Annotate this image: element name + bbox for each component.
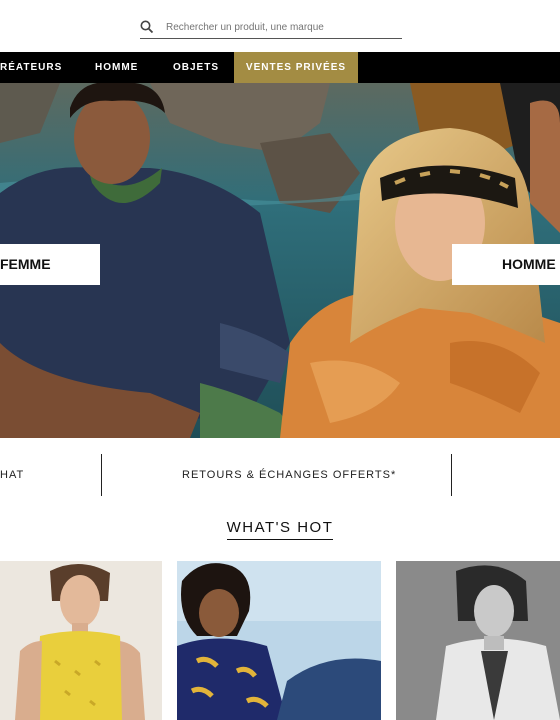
nav-item-createurs[interactable]: RÉATEURS <box>0 52 62 83</box>
strip-text-left: HAT <box>0 469 25 481</box>
search-bar <box>140 18 402 39</box>
nav-item-homme[interactable]: HOMME <box>95 52 138 83</box>
strip-divider <box>101 454 102 496</box>
homme-button[interactable]: HOMME <box>452 244 560 285</box>
strip-text-returns: RETOURS & ÉCHANGES OFFERTS* <box>182 469 397 481</box>
hero-banner: FEMME HOMME <box>0 83 560 438</box>
strip-divider <box>451 454 452 496</box>
product-image <box>177 561 381 720</box>
femme-button[interactable]: FEMME <box>0 244 100 285</box>
product-card[interactable] <box>396 561 560 720</box>
homme-button-label: HOMME <box>502 256 556 272</box>
info-strip: HAT RETOURS & ÉCHANGES OFFERTS* <box>0 452 560 498</box>
femme-button-label: FEMME <box>0 256 51 272</box>
product-image <box>0 561 162 720</box>
main-nav: RÉATEURS HOMME OBJETS VENTES PRIVÉES <box>0 52 560 83</box>
search-icon[interactable] <box>140 20 154 34</box>
whats-hot-title-text[interactable]: WHAT'S HOT <box>226 519 334 540</box>
product-image <box>396 561 560 720</box>
product-card[interactable] <box>177 561 381 720</box>
product-card[interactable] <box>0 561 162 720</box>
whats-hot-title: WHAT'S HOT <box>0 519 560 540</box>
search-input[interactable] <box>166 18 396 36</box>
nav-item-ventes-privees[interactable]: VENTES PRIVÉES <box>234 52 358 83</box>
nav-item-objets[interactable]: OBJETS <box>173 52 219 83</box>
